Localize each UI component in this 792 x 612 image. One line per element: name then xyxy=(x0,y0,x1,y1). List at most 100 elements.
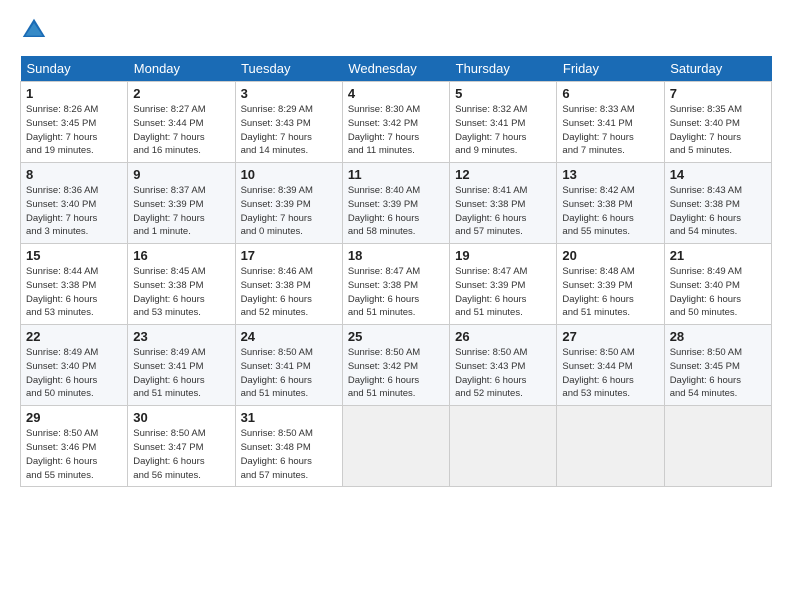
day-info: Sunrise: 8:46 AM Sunset: 3:38 PM Dayligh… xyxy=(241,265,337,320)
day-cell-7: 7 Sunrise: 8:35 AM Sunset: 3:40 PM Daylig… xyxy=(664,82,771,163)
day-info: Sunrise: 8:37 AM Sunset: 3:39 PM Dayligh… xyxy=(133,184,229,239)
day-cell-3: 3 Sunrise: 8:29 AM Sunset: 3:43 PM Daylig… xyxy=(235,82,342,163)
col-header-monday: Monday xyxy=(128,56,235,82)
day-info: Sunrise: 8:27 AM Sunset: 3:44 PM Dayligh… xyxy=(133,103,229,158)
day-number: 8 xyxy=(26,167,122,182)
empty-cell xyxy=(557,406,664,487)
day-info: Sunrise: 8:42 AM Sunset: 3:38 PM Dayligh… xyxy=(562,184,658,239)
day-number: 18 xyxy=(348,248,444,263)
empty-cell xyxy=(450,406,557,487)
day-info: Sunrise: 8:50 AM Sunset: 3:48 PM Dayligh… xyxy=(241,427,337,482)
day-cell-12: 12 Sunrise: 8:41 AM Sunset: 3:38 PM Dayli… xyxy=(450,163,557,244)
day-number: 1 xyxy=(26,86,122,101)
day-info: Sunrise: 8:39 AM Sunset: 3:39 PM Dayligh… xyxy=(241,184,337,239)
day-cell-29: 29Sunrise: 8:50 AM Sunset: 3:46 PM Dayli… xyxy=(21,406,128,487)
calendar-week-2: 8 Sunrise: 8:36 AM Sunset: 3:40 PM Daylig… xyxy=(21,163,772,244)
logo xyxy=(20,16,52,44)
day-info: Sunrise: 8:36 AM Sunset: 3:40 PM Dayligh… xyxy=(26,184,122,239)
day-number: 30 xyxy=(133,410,229,425)
day-info: Sunrise: 8:49 AM Sunset: 3:41 PM Dayligh… xyxy=(133,346,229,401)
day-number: 25 xyxy=(348,329,444,344)
day-cell-27: 27 Sunrise: 8:50 AM Sunset: 3:44 PM Dayli… xyxy=(557,325,664,406)
day-number: 14 xyxy=(670,167,766,182)
day-info: Sunrise: 8:41 AM Sunset: 3:38 PM Dayligh… xyxy=(455,184,551,239)
day-number: 15 xyxy=(26,248,122,263)
col-header-sunday: Sunday xyxy=(21,56,128,82)
day-number: 5 xyxy=(455,86,551,101)
day-cell-1: 1 Sunrise: 8:26 AM Sunset: 3:45 PM Daylig… xyxy=(21,82,128,163)
day-number: 9 xyxy=(133,167,229,182)
day-number: 17 xyxy=(241,248,337,263)
col-header-saturday: Saturday xyxy=(664,56,771,82)
day-cell-15: 15 Sunrise: 8:44 AM Sunset: 3:38 PM Dayli… xyxy=(21,244,128,325)
col-header-friday: Friday xyxy=(557,56,664,82)
day-info: Sunrise: 8:45 AM Sunset: 3:38 PM Dayligh… xyxy=(133,265,229,320)
day-cell-18: 18 Sunrise: 8:47 AM Sunset: 3:38 PM Dayli… xyxy=(342,244,449,325)
day-info: Sunrise: 8:33 AM Sunset: 3:41 PM Dayligh… xyxy=(562,103,658,158)
day-cell-17: 17 Sunrise: 8:46 AM Sunset: 3:38 PM Dayli… xyxy=(235,244,342,325)
day-cell-2: 2 Sunrise: 8:27 AM Sunset: 3:44 PM Daylig… xyxy=(128,82,235,163)
logo-icon xyxy=(20,16,48,44)
day-cell-26: 26Sunrise: 8:50 AM Sunset: 3:43 PM Dayli… xyxy=(450,325,557,406)
col-header-thursday: Thursday xyxy=(450,56,557,82)
day-cell-20: 20Sunrise: 8:48 AM Sunset: 3:39 PM Dayli… xyxy=(557,244,664,325)
day-info: Sunrise: 8:50 AM Sunset: 3:46 PM Dayligh… xyxy=(26,427,122,482)
calendar-week-3: 15 Sunrise: 8:44 AM Sunset: 3:38 PM Dayli… xyxy=(21,244,772,325)
col-header-tuesday: Tuesday xyxy=(235,56,342,82)
day-cell-30: 30 Sunrise: 8:50 AM Sunset: 3:47 PM Dayli… xyxy=(128,406,235,487)
day-cell-8: 8 Sunrise: 8:36 AM Sunset: 3:40 PM Daylig… xyxy=(21,163,128,244)
day-cell-4: 4Sunrise: 8:30 AM Sunset: 3:42 PM Daylig… xyxy=(342,82,449,163)
day-cell-16: 16 Sunrise: 8:45 AM Sunset: 3:38 PM Dayli… xyxy=(128,244,235,325)
page-container: SundayMondayTuesdayWednesdayThursdayFrid… xyxy=(0,0,792,499)
day-info: Sunrise: 8:50 AM Sunset: 3:44 PM Dayligh… xyxy=(562,346,658,401)
day-number: 21 xyxy=(670,248,766,263)
day-info: Sunrise: 8:47 AM Sunset: 3:39 PM Dayligh… xyxy=(455,265,551,320)
day-info: Sunrise: 8:50 AM Sunset: 3:43 PM Dayligh… xyxy=(455,346,551,401)
calendar-table: SundayMondayTuesdayWednesdayThursdayFrid… xyxy=(20,56,772,487)
day-number: 13 xyxy=(562,167,658,182)
day-cell-11: 11Sunrise: 8:40 AM Sunset: 3:39 PM Dayli… xyxy=(342,163,449,244)
empty-cell xyxy=(342,406,449,487)
day-info: Sunrise: 8:50 AM Sunset: 3:41 PM Dayligh… xyxy=(241,346,337,401)
day-number: 7 xyxy=(670,86,766,101)
day-number: 6 xyxy=(562,86,658,101)
day-number: 31 xyxy=(241,410,337,425)
day-cell-25: 25Sunrise: 8:50 AM Sunset: 3:42 PM Dayli… xyxy=(342,325,449,406)
day-number: 19 xyxy=(455,248,551,263)
day-number: 20 xyxy=(562,248,658,263)
day-cell-5: 5 Sunrise: 8:32 AM Sunset: 3:41 PM Daylig… xyxy=(450,82,557,163)
day-info: Sunrise: 8:44 AM Sunset: 3:38 PM Dayligh… xyxy=(26,265,122,320)
day-info: Sunrise: 8:29 AM Sunset: 3:43 PM Dayligh… xyxy=(241,103,337,158)
day-number: 24 xyxy=(241,329,337,344)
empty-cell xyxy=(664,406,771,487)
calendar-week-4: 22 Sunrise: 8:49 AM Sunset: 3:40 PM Dayli… xyxy=(21,325,772,406)
day-info: Sunrise: 8:49 AM Sunset: 3:40 PM Dayligh… xyxy=(670,265,766,320)
day-cell-22: 22 Sunrise: 8:49 AM Sunset: 3:40 PM Dayli… xyxy=(21,325,128,406)
day-cell-23: 23 Sunrise: 8:49 AM Sunset: 3:41 PM Dayli… xyxy=(128,325,235,406)
day-cell-28: 28Sunrise: 8:50 AM Sunset: 3:45 PM Dayli… xyxy=(664,325,771,406)
day-info: Sunrise: 8:26 AM Sunset: 3:45 PM Dayligh… xyxy=(26,103,122,158)
day-info: Sunrise: 8:49 AM Sunset: 3:40 PM Dayligh… xyxy=(26,346,122,401)
day-cell-10: 10Sunrise: 8:39 AM Sunset: 3:39 PM Dayli… xyxy=(235,163,342,244)
day-number: 3 xyxy=(241,86,337,101)
col-header-wednesday: Wednesday xyxy=(342,56,449,82)
day-cell-14: 14 Sunrise: 8:43 AM Sunset: 3:38 PM Dayli… xyxy=(664,163,771,244)
calendar-week-1: 1 Sunrise: 8:26 AM Sunset: 3:45 PM Daylig… xyxy=(21,82,772,163)
day-number: 22 xyxy=(26,329,122,344)
day-cell-21: 21 Sunrise: 8:49 AM Sunset: 3:40 PM Dayli… xyxy=(664,244,771,325)
page-header xyxy=(20,16,772,44)
day-number: 12 xyxy=(455,167,551,182)
day-number: 27 xyxy=(562,329,658,344)
day-info: Sunrise: 8:50 AM Sunset: 3:45 PM Dayligh… xyxy=(670,346,766,401)
calendar-week-5: 29Sunrise: 8:50 AM Sunset: 3:46 PM Dayli… xyxy=(21,406,772,487)
day-info: Sunrise: 8:50 AM Sunset: 3:47 PM Dayligh… xyxy=(133,427,229,482)
day-info: Sunrise: 8:35 AM Sunset: 3:40 PM Dayligh… xyxy=(670,103,766,158)
day-info: Sunrise: 8:43 AM Sunset: 3:38 PM Dayligh… xyxy=(670,184,766,239)
day-info: Sunrise: 8:32 AM Sunset: 3:41 PM Dayligh… xyxy=(455,103,551,158)
day-info: Sunrise: 8:47 AM Sunset: 3:38 PM Dayligh… xyxy=(348,265,444,320)
day-number: 16 xyxy=(133,248,229,263)
calendar-header-row: SundayMondayTuesdayWednesdayThursdayFrid… xyxy=(21,56,772,82)
day-number: 2 xyxy=(133,86,229,101)
day-number: 23 xyxy=(133,329,229,344)
day-cell-19: 19 Sunrise: 8:47 AM Sunset: 3:39 PM Dayli… xyxy=(450,244,557,325)
